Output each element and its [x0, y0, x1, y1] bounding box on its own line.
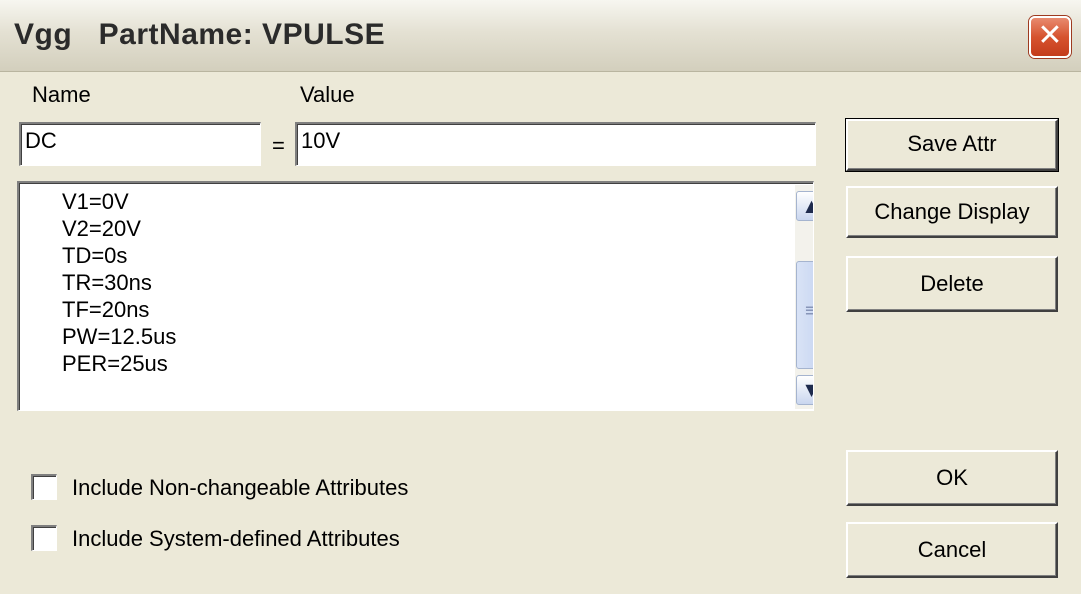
value-label: Value [300, 82, 355, 107]
attribute-list[interactable]: V1=0V V2=20V TD=0s TR=30ns TF=20ns PW=12… [17, 181, 814, 411]
list-item[interactable]: V2=20V [62, 216, 141, 242]
attribute-dialog: Vgg PartName: VPULSE ✕ Name Value DC = 1… [0, 0, 1081, 594]
scroll-down-button[interactable]: ▼ [796, 375, 813, 405]
delete-button[interactable]: Delete [846, 256, 1058, 312]
list-item[interactable]: TD=0s [62, 243, 127, 269]
scroll-thumb[interactable]: ≡ [796, 261, 813, 369]
close-button[interactable]: ✕ [1029, 16, 1071, 58]
title-bar[interactable]: Vgg PartName: VPULSE ✕ [0, 0, 1081, 72]
attribute-name-field[interactable]: DC [19, 122, 261, 166]
list-item[interactable]: PER=25us [62, 351, 168, 377]
vertical-scrollbar[interactable]: ▲ ≡ ▼ [795, 185, 813, 409]
cancel-label: Cancel [917, 537, 987, 562]
list-item[interactable]: PW=12.5us [62, 324, 176, 350]
delete-label: Delete [920, 271, 984, 296]
save-attr-label: Save Attr [907, 131, 997, 156]
up-arrow-icon: ▲ [805, 196, 813, 215]
close-icon: ✕ [1037, 18, 1063, 53]
name-label: Name [32, 82, 91, 107]
save-attr-button[interactable]: Save Attr [845, 118, 1059, 172]
cancel-button[interactable]: Cancel [846, 522, 1058, 578]
ok-label: OK [936, 465, 968, 490]
window-title: Vgg PartName: VPULSE [14, 18, 386, 51]
change-display-button[interactable]: Change Display [846, 186, 1058, 238]
non-changeable-checkbox[interactable] [31, 474, 57, 500]
list-item[interactable]: V1=0V [62, 189, 129, 215]
scroll-up-button[interactable]: ▲ [796, 191, 813, 221]
ok-button[interactable]: OK [846, 450, 1058, 506]
system-defined-checkbox[interactable] [31, 525, 57, 551]
down-arrow-icon: ▼ [805, 380, 813, 399]
system-defined-label: Include System-defined Attributes [72, 526, 400, 551]
equals-sign: = [272, 133, 285, 158]
change-display-label: Change Display [874, 199, 1030, 224]
list-item[interactable]: TR=30ns [62, 270, 152, 296]
non-changeable-label: Include Non-changeable Attributes [72, 475, 409, 500]
grip-icon: ≡ [797, 300, 813, 321]
attribute-value-field[interactable]: 10V [295, 122, 816, 166]
list-item[interactable]: TF=20ns [62, 297, 149, 323]
